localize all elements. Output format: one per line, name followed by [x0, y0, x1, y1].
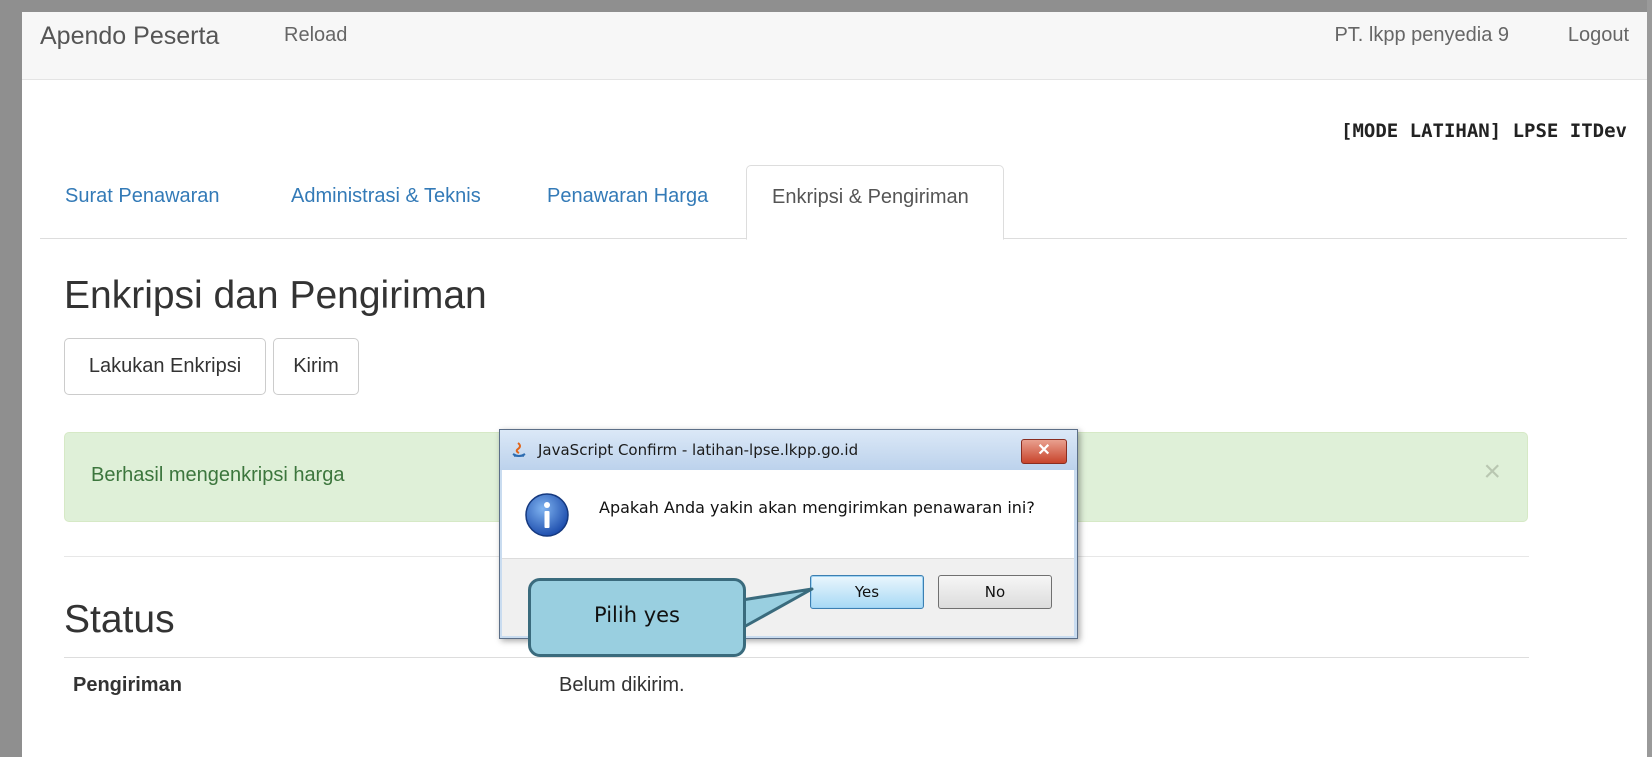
- section-heading: Enkripsi dan Pengiriman: [64, 274, 487, 317]
- tab-enkripsi-pengiriman[interactable]: Enkripsi & Pengiriman: [746, 165, 1004, 240]
- encrypt-button[interactable]: Lakukan Enkripsi: [64, 338, 266, 395]
- dialog-body: Apakah Anda yakin akan mengirimkan penaw…: [502, 470, 1074, 558]
- callout-text: Pilih yes: [594, 603, 680, 627]
- status-heading: Status: [64, 598, 175, 641]
- frame-border-right: [1647, 0, 1652, 757]
- dialog-message: Apakah Anda yakin akan mengirimkan penaw…: [599, 498, 1035, 517]
- dialog-titlebar[interactable]: JavaScript Confirm - latihan-lpse.lkpp.g…: [500, 430, 1077, 470]
- brand-title[interactable]: Apendo Peserta: [40, 22, 219, 51]
- tab-bar: Surat Penawaran Administrasi & Teknis Pe…: [40, 165, 1627, 240]
- screenshot-frame: Apendo Peserta Reload PT. lkpp penyedia …: [0, 0, 1652, 757]
- tab-enkripsi-pengiriman-label: Enkripsi & Pengiriman: [772, 186, 969, 208]
- status-key-pengiriman: Pengiriman: [73, 674, 182, 696]
- close-icon[interactable]: ×: [1483, 457, 1501, 487]
- dialog-close-button[interactable]: ✕: [1021, 439, 1067, 464]
- java-icon: [512, 442, 526, 457]
- tab-administrasi-teknis[interactable]: Administrasi & Teknis: [291, 185, 481, 208]
- logout-link[interactable]: Logout: [1568, 24, 1629, 47]
- navbar: Apendo Peserta Reload PT. lkpp penyedia …: [22, 12, 1647, 80]
- status-table-rule: [64, 657, 1529, 658]
- frame-border-top: [0, 0, 1652, 12]
- dialog-title: JavaScript Confirm - latihan-lpse.lkpp.g…: [538, 441, 859, 459]
- frame-border-left: [0, 0, 22, 757]
- mode-title: [MODE LATIHAN] LPSE ITDev: [1341, 120, 1627, 142]
- callout-annotation: Pilih yes: [528, 578, 746, 657]
- user-name[interactable]: PT. lkpp penyedia 9: [1334, 24, 1509, 47]
- tab-surat-penawaran[interactable]: Surat Penawaran: [65, 185, 220, 208]
- status-value-pengiriman: Belum dikirim.: [559, 674, 685, 696]
- page: Apendo Peserta Reload PT. lkpp penyedia …: [22, 12, 1647, 757]
- reload-link[interactable]: Reload: [284, 24, 347, 47]
- info-icon: [525, 493, 569, 537]
- yes-button[interactable]: Yes: [810, 575, 924, 609]
- send-button[interactable]: Kirim: [273, 338, 359, 395]
- alert-message: Berhasil mengenkripsi harga: [91, 464, 345, 486]
- no-button[interactable]: No: [938, 575, 1052, 609]
- tab-penawaran-harga[interactable]: Penawaran Harga: [547, 185, 708, 208]
